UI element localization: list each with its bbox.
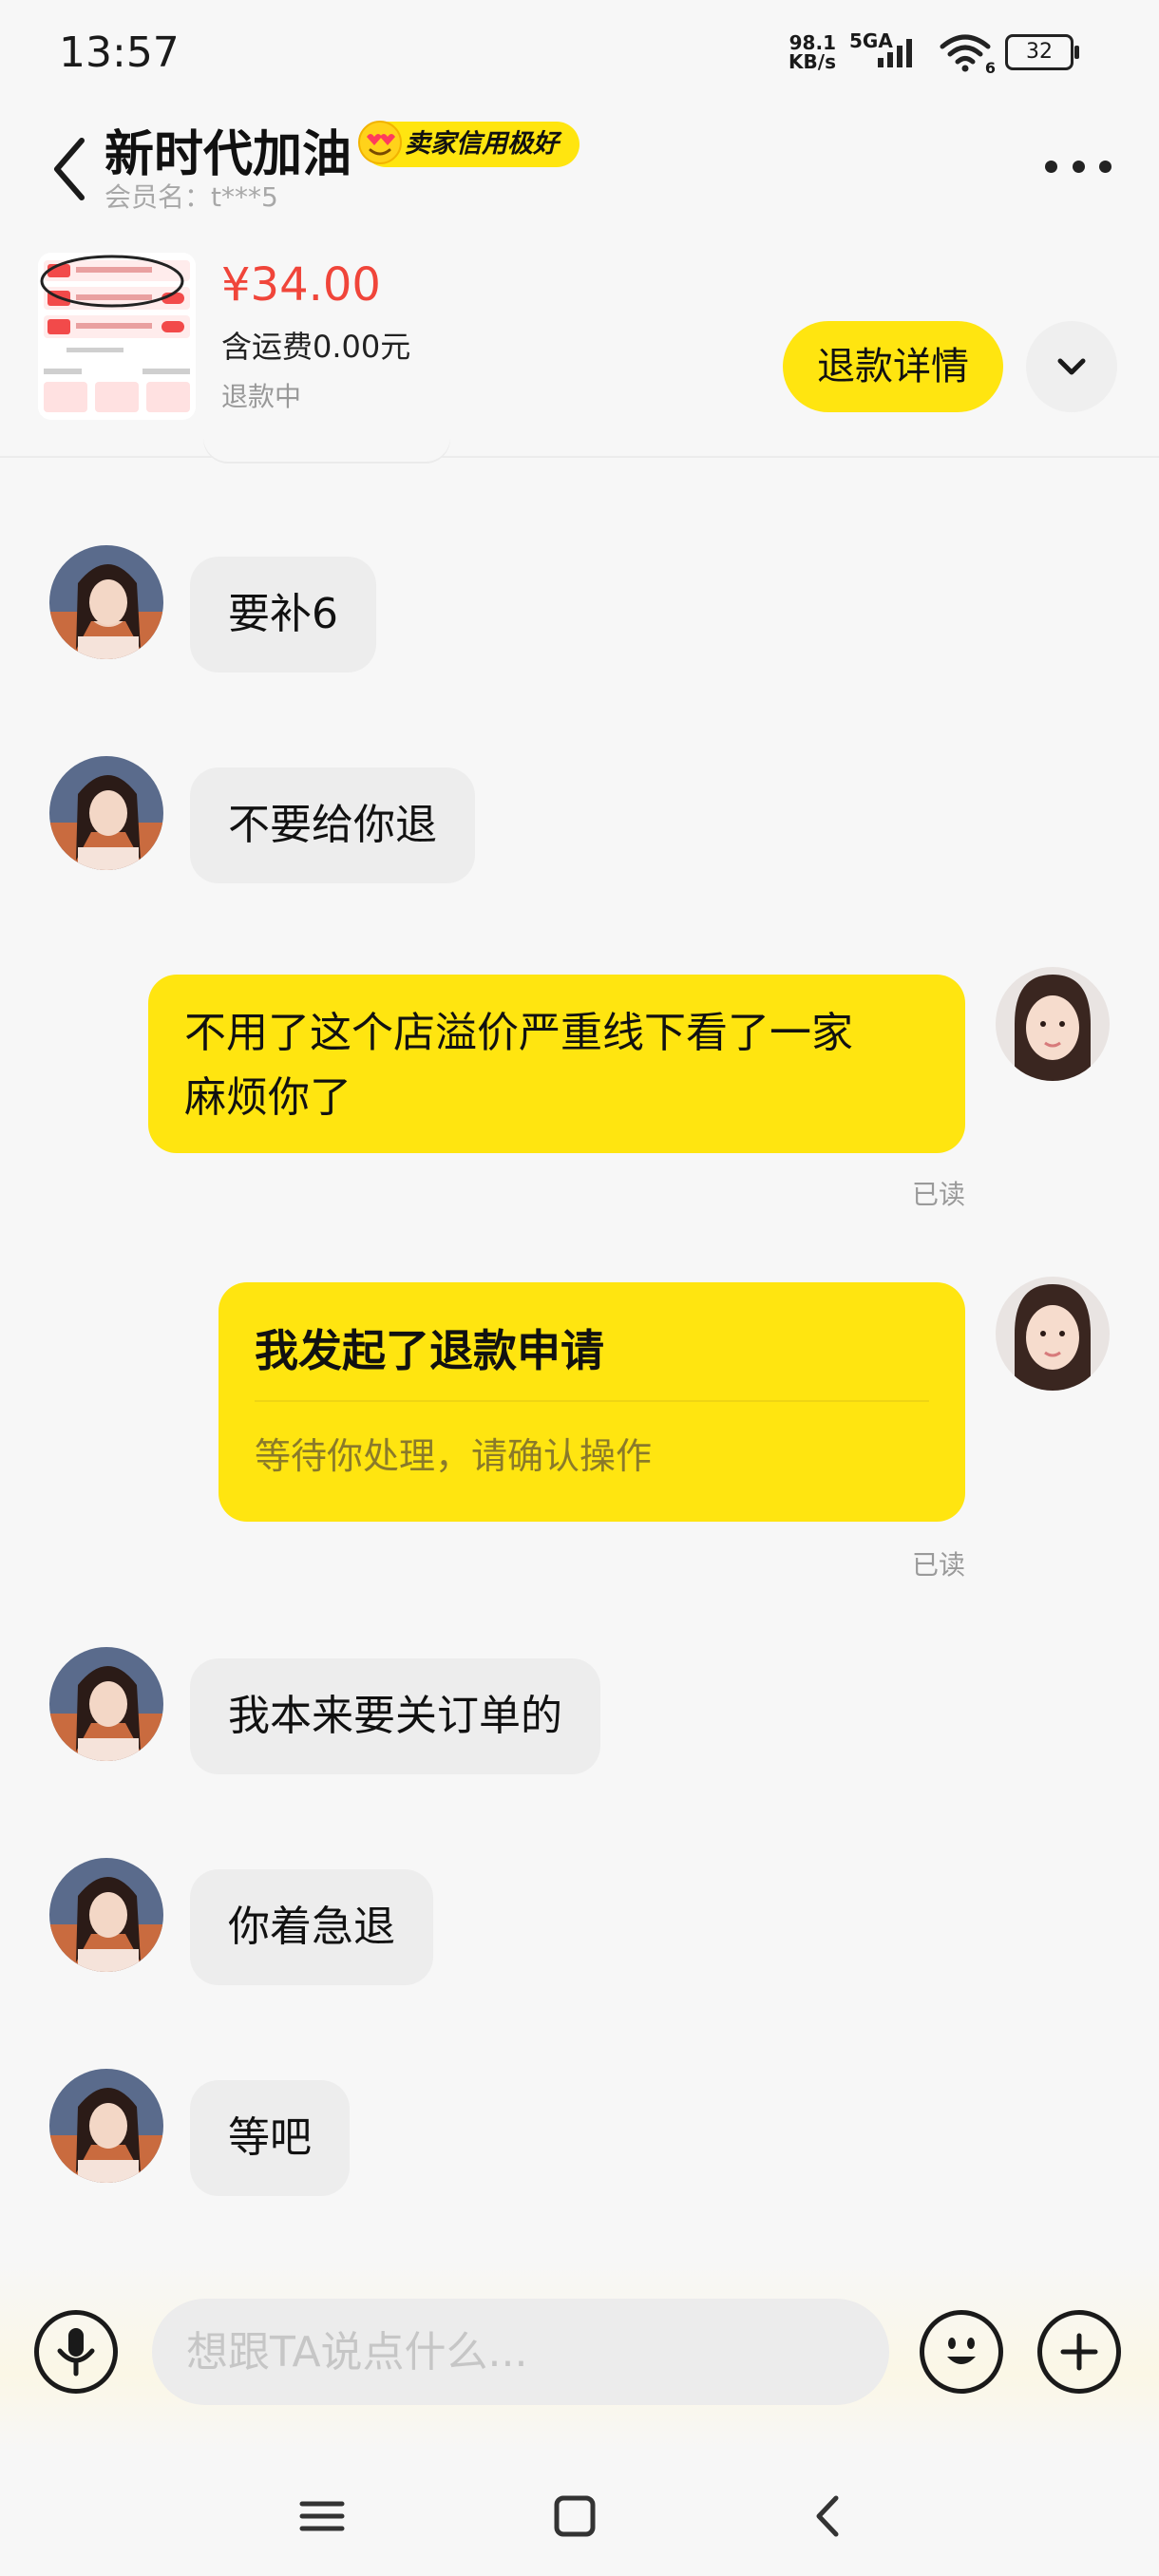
- seller-avatar[interactable]: [49, 756, 163, 870]
- battery-icon: 32: [1005, 34, 1079, 70]
- read-status: 已读: [911, 1549, 965, 1581]
- chevron-down-icon: [1057, 358, 1086, 375]
- order-price: ¥34.00: [221, 258, 381, 312]
- wifi-icon: 6: [939, 31, 996, 77]
- home-nav-button[interactable]: [542, 2483, 608, 2549]
- my-avatar[interactable]: [996, 1277, 1110, 1391]
- seller-avatar[interactable]: [49, 2069, 163, 2183]
- message-bubble[interactable]: 等吧: [190, 2080, 350, 2196]
- voice-button[interactable]: [34, 2310, 118, 2394]
- back-nav-button[interactable]: [796, 2483, 863, 2549]
- refund-status: 退款中: [221, 381, 302, 412]
- expand-button[interactable]: [1026, 321, 1117, 412]
- message-bubble[interactable]: 要补6: [190, 557, 376, 672]
- emoji-button[interactable]: [920, 2310, 1003, 2394]
- input-bar: [0, 2261, 1159, 2451]
- order-card[interactable]: ¥34.00 含运费0.00元 退款中 退款详情: [0, 218, 1159, 458]
- back-button[interactable]: [48, 129, 95, 205]
- back-chevron-icon: [816, 2495, 839, 2537]
- refund-request-card[interactable]: 我发起了退款申请 等待你处理，请确认操作: [218, 1282, 965, 1522]
- credit-badge[interactable]: 卖家信用极好: [358, 121, 580, 167]
- emoji-icon: [947, 2338, 976, 2364]
- menu-icon: [299, 2501, 345, 2531]
- status-bar: 13:57 98.1 KB/s 5GA 6 32: [0, 0, 1159, 104]
- seller-avatar[interactable]: [49, 1858, 163, 1972]
- status-time: 13:57: [59, 28, 180, 77]
- refund-card-subtitle: 等待你处理，请确认操作: [255, 1435, 653, 1477]
- message-input[interactable]: [152, 2299, 889, 2405]
- message-bubble[interactable]: 不要给你退: [190, 767, 475, 883]
- microphone-icon: [57, 2328, 95, 2377]
- status-icons: 98.1 KB/s 5GA 6 32: [779, 28, 1079, 77]
- network-speed: 98.1 KB/s: [788, 31, 836, 73]
- refund-details-button[interactable]: 退款详情: [783, 321, 1003, 412]
- plus-icon: [1060, 2333, 1098, 2371]
- chat-header: 新时代加油 卖家信用极好 会员名：t***5: [0, 104, 1159, 218]
- refund-card-title: 我发起了退款申请: [255, 1325, 604, 1376]
- message-bubble[interactable]: 不用了这个店溢价严重线下看了一家 麻烦你了: [148, 975, 965, 1153]
- seller-avatar[interactable]: [49, 545, 163, 659]
- seller-name[interactable]: 新时代加油: [104, 114, 352, 185]
- more-dots-icon: [1045, 160, 1057, 173]
- read-status: 已读: [911, 1179, 965, 1210]
- heart-eyes-emoji-icon: [358, 121, 402, 164]
- divider: [255, 1400, 929, 1402]
- more-button[interactable]: [1045, 152, 1112, 180]
- system-nav-bar: [0, 2451, 1159, 2576]
- shipping-fee: 含运费0.00元: [221, 329, 411, 365]
- menu-nav-button[interactable]: [289, 2483, 355, 2549]
- message-bubble[interactable]: 你着急退: [190, 1869, 433, 1985]
- product-thumbnail[interactable]: [38, 253, 196, 420]
- add-button[interactable]: [1037, 2310, 1121, 2394]
- member-name: 会员名：t***5: [104, 181, 278, 213]
- my-avatar[interactable]: [996, 967, 1110, 1081]
- previous-message-bubble: [203, 437, 450, 462]
- home-square-icon: [554, 2495, 596, 2537]
- signal-icon: 5GA: [849, 29, 925, 71]
- seller-avatar[interactable]: [49, 1647, 163, 1761]
- back-arrow-icon: [54, 138, 85, 200]
- message-bubble[interactable]: 我本来要关订单的: [190, 1658, 600, 1774]
